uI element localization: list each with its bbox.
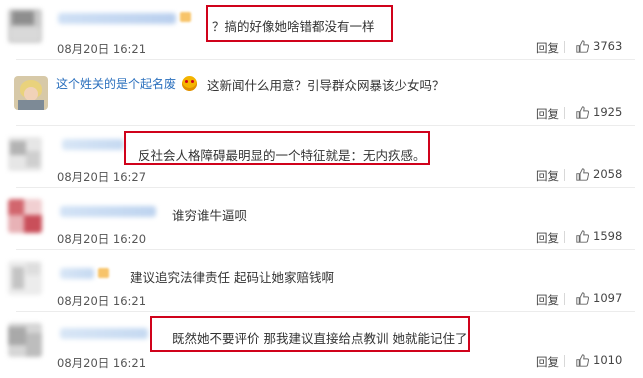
like-count: 1925 xyxy=(593,105,623,119)
comment-time: 08月20日 16:21 xyxy=(57,42,147,56)
divider xyxy=(564,355,565,367)
username-redacted[interactable] xyxy=(60,206,156,217)
comment-text: 建议追究法律责任 起码让她家赔钱啊 xyxy=(130,270,334,285)
username-redacted[interactable] xyxy=(60,268,94,279)
highlight-box xyxy=(206,5,393,42)
like-button[interactable]: 1097 xyxy=(576,291,622,305)
reply-button[interactable]: 回复 xyxy=(536,168,559,184)
reply-button[interactable]: 回复 xyxy=(536,230,559,246)
comment-item: 这个姓关的是个起名废 这新闻什么用意？引导群众网暴该少女吗？ 回复 1925 xyxy=(0,66,643,126)
comment-divider xyxy=(16,187,635,188)
avatar[interactable] xyxy=(8,9,42,43)
like-button[interactable]: 3763 xyxy=(576,39,622,53)
heart-eyes-emoji-icon xyxy=(182,76,197,91)
comment-item: 既然她不要评价 那我建议直接给点教训 她就能记住了 08月20日 16:21 回… xyxy=(0,314,643,374)
comment-time: 08月20日 16:20 xyxy=(57,232,147,246)
reply-button[interactable]: 回复 xyxy=(536,292,559,308)
divider xyxy=(564,41,565,53)
reply-button[interactable]: 回复 xyxy=(536,354,559,370)
comment-item: 建议追究法律责任 起码让她家赔钱啊 08月20日 16:21 回复 1097 xyxy=(0,252,643,312)
like-count: 1097 xyxy=(593,291,623,305)
thumbs-up-icon xyxy=(576,105,589,119)
comment-time: 08月20日 16:21 xyxy=(57,294,147,308)
comment-text: 这新闻什么用意？引导群众网暴该少女吗？ xyxy=(207,78,445,93)
highlight-box xyxy=(150,316,470,352)
like-button[interactable]: 1925 xyxy=(576,105,622,119)
thumbs-up-icon xyxy=(576,39,589,53)
username-redacted[interactable] xyxy=(58,13,176,24)
comment-item: 反社会人格障碍最明显的一个特征就是：无内疚感。 08月20日 16:27 回复 … xyxy=(0,128,643,188)
username-redacted[interactable] xyxy=(60,328,148,339)
comment-divider xyxy=(16,59,635,60)
highlight-box xyxy=(124,131,430,165)
avatar[interactable] xyxy=(8,261,42,295)
like-count: 1598 xyxy=(593,229,623,243)
comment-item: ？搞的好像她啥错都没有一样 08月20日 16:21 回复 3763 xyxy=(0,0,643,60)
reply-button[interactable]: 回复 xyxy=(536,106,559,122)
thumbs-up-icon xyxy=(576,353,589,367)
avatar[interactable] xyxy=(8,137,42,171)
avatar[interactable] xyxy=(8,199,42,233)
like-count: 2058 xyxy=(593,167,623,181)
comment-time: 08月20日 16:21 xyxy=(57,356,147,370)
thumbs-up-icon xyxy=(576,291,589,305)
username-link[interactable]: 这个姓关的是个起名废 xyxy=(56,75,176,92)
comment-divider xyxy=(16,249,635,250)
comment-time: 08月20日 16:27 xyxy=(57,170,147,184)
badge-icon xyxy=(98,268,109,278)
thumbs-up-icon xyxy=(576,229,589,243)
avatar[interactable] xyxy=(14,76,48,110)
divider xyxy=(564,107,565,119)
like-count: 3763 xyxy=(593,39,623,53)
thumbs-up-icon xyxy=(576,167,589,181)
divider xyxy=(564,293,565,305)
comment-divider xyxy=(16,311,635,312)
username-redacted[interactable] xyxy=(62,139,124,150)
divider xyxy=(564,231,565,243)
badge-icon xyxy=(180,12,191,22)
like-button[interactable]: 1010 xyxy=(576,353,622,367)
divider xyxy=(564,169,565,181)
like-button[interactable]: 1598 xyxy=(576,229,622,243)
reply-button[interactable]: 回复 xyxy=(536,40,559,56)
comment-item: 谁穷谁牛逼呗 08月20日 16:20 回复 1598 xyxy=(0,190,643,250)
like-button[interactable]: 2058 xyxy=(576,167,622,181)
like-count: 1010 xyxy=(593,353,623,367)
comment-text: 谁穷谁牛逼呗 xyxy=(172,208,248,223)
avatar[interactable] xyxy=(8,323,42,357)
comment-divider xyxy=(16,125,635,126)
